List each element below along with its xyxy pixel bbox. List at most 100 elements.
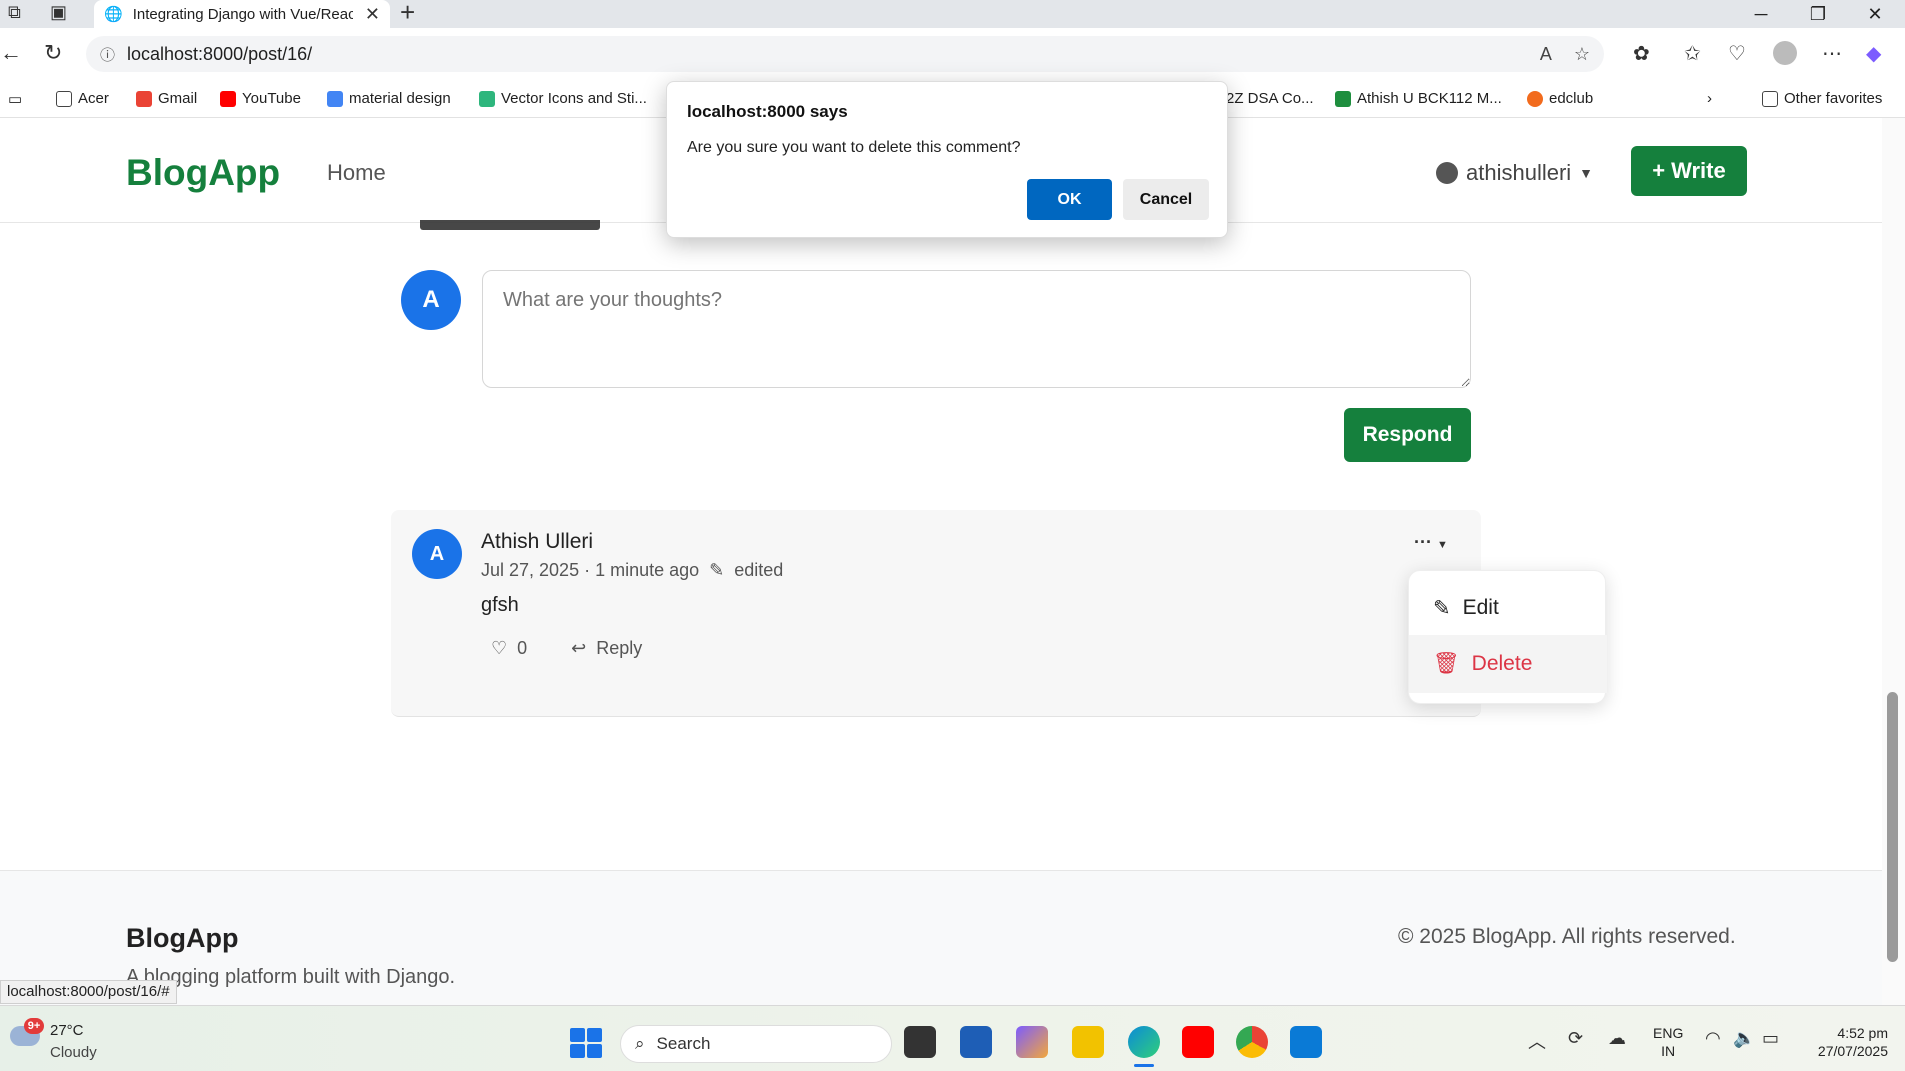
bookmark-acer[interactable]: Acer bbox=[56, 90, 109, 107]
chevron-up-icon[interactable]: ︿ bbox=[1528, 1028, 1546, 1054]
folder-icon bbox=[56, 90, 72, 107]
copilot-icon[interactable]: ◆ bbox=[1866, 41, 1881, 66]
taskbar-search[interactable]: ⌕ Search bbox=[620, 1025, 892, 1063]
system-clock[interactable]: 4:52 pm 27/07/2025 bbox=[1800, 1024, 1888, 1060]
file-explorer-icon[interactable] bbox=[1072, 1026, 1104, 1058]
site-brand[interactable]: BlogApp bbox=[126, 152, 280, 194]
ok-button[interactable]: OK bbox=[1027, 179, 1112, 220]
onedrive-icon[interactable]: ☁ bbox=[1608, 1028, 1626, 1049]
favorite-star-icon[interactable]: ☆ bbox=[1574, 44, 1590, 65]
browser-title-bar: ⧉ ▣ 🌐 Integrating Django with Vue/React … bbox=[0, 0, 1905, 28]
battery-icon[interactable]: ▭ bbox=[1762, 1028, 1779, 1049]
bookmark-vector-icons[interactable]: Vector Icons and Sti... bbox=[479, 90, 647, 107]
comment-body: gfsh bbox=[481, 594, 519, 616]
chevron-right-icon[interactable]: › bbox=[1707, 90, 1712, 107]
edclub-icon bbox=[1527, 90, 1543, 107]
bookmark-material-design[interactable]: material design bbox=[327, 90, 451, 107]
like-button[interactable]: ♡ 0 bbox=[491, 638, 527, 659]
windows-start-icon[interactable] bbox=[570, 1028, 602, 1058]
sync-icon[interactable]: ⟳ bbox=[1568, 1028, 1583, 1049]
close-window-icon[interactable]: ✕ bbox=[1847, 0, 1903, 28]
restore-icon[interactable]: ❐ bbox=[1790, 0, 1846, 28]
bookmark-label: Acer bbox=[78, 90, 109, 107]
responses-heading-partial bbox=[420, 220, 600, 230]
reply-button[interactable]: ↩ Reply bbox=[571, 638, 642, 659]
region-code: IN bbox=[1661, 1043, 1676, 1059]
page-viewport: BlogApp Home athishulleri ▼ + Write A Re… bbox=[0, 118, 1882, 1005]
scrollbar-thumb[interactable] bbox=[1887, 692, 1898, 962]
vscode-icon[interactable] bbox=[1290, 1026, 1322, 1058]
clock-date: 27/07/2025 bbox=[1817, 1043, 1888, 1059]
url-text: localhost:8000/post/16/ bbox=[127, 43, 313, 64]
user-menu[interactable]: athishulleri ▼ bbox=[1436, 160, 1593, 186]
favorites-icon[interactable]: ✩ bbox=[1684, 41, 1701, 66]
volume-icon[interactable]: 🔈 bbox=[1733, 1028, 1755, 1049]
caret-down-icon: ▼ bbox=[1437, 539, 1448, 551]
site-info-icon[interactable]: ⓘ bbox=[100, 44, 115, 65]
comment-more-button[interactable]: ··· ▼ bbox=[1414, 532, 1448, 553]
extensions-icon[interactable]: ✿ bbox=[1633, 41, 1650, 66]
site-footer: BlogApp A blogging platform built with D… bbox=[0, 870, 1882, 1005]
windows-taskbar: 9+ 27°C Cloudy ⌕ Search ︿ ⟳ ☁ ENG IN ◠ 🔈… bbox=[0, 1005, 1905, 1071]
nav-home-link[interactable]: Home bbox=[327, 160, 386, 186]
bookmark-edclub[interactable]: edclub bbox=[1527, 90, 1593, 107]
browser-tab-active[interactable]: 🌐 Integrating Django with Vue/React ✕ bbox=[94, 0, 390, 28]
store-icon[interactable] bbox=[960, 1026, 992, 1058]
refresh-icon[interactable]: ↻ bbox=[44, 40, 62, 66]
input-language[interactable]: ENG IN bbox=[1653, 1024, 1683, 1060]
comment-author[interactable]: Athish Ulleri bbox=[481, 530, 593, 554]
user-circle-icon bbox=[1436, 162, 1458, 184]
workspaces-icon[interactable]: ⧉ bbox=[8, 2, 21, 23]
new-tab-icon[interactable]: + bbox=[400, 0, 415, 25]
back-icon[interactable]: ← bbox=[0, 40, 22, 66]
youtube-icon bbox=[220, 90, 236, 107]
bookmark-label: material design bbox=[349, 90, 451, 107]
menu-item-label: Edit bbox=[1462, 596, 1499, 619]
bookmark-label: YouTube bbox=[242, 90, 301, 107]
heart-icon: ♡ bbox=[491, 638, 508, 658]
folder-icon bbox=[1762, 90, 1778, 107]
close-tab-icon[interactable]: ✕ bbox=[365, 4, 380, 25]
reply-arrow-icon: ↩ bbox=[571, 638, 587, 658]
bookmark-youtube[interactable]: YouTube bbox=[220, 90, 301, 107]
wifi-icon[interactable]: ◠ bbox=[1705, 1028, 1721, 1049]
chrome-icon[interactable] bbox=[1236, 1026, 1268, 1058]
edge-icon[interactable] bbox=[1128, 1026, 1160, 1058]
bookmark-label: edclub bbox=[1549, 90, 1594, 107]
minimize-icon[interactable]: ─ bbox=[1733, 0, 1789, 28]
respond-button[interactable]: Respond bbox=[1344, 408, 1471, 462]
confirm-dialog: localhost:8000 says Are you sure you wan… bbox=[666, 81, 1228, 238]
tab-title: Integrating Django with Vue/React bbox=[132, 5, 353, 23]
weather-condition: Cloudy bbox=[50, 1044, 97, 1061]
bookmark-other-favorites[interactable]: Other favorites bbox=[1762, 90, 1882, 107]
search-label: Search bbox=[656, 1034, 711, 1053]
weather-temperature[interactable]: 27°C bbox=[50, 1022, 84, 1039]
profile-avatar[interactable] bbox=[1773, 41, 1797, 65]
bookmark-label: A2Z DSA Co... bbox=[1216, 90, 1314, 107]
comment-options-menu: ✎ Edit 🗑 Delete bbox=[1408, 570, 1607, 704]
menu-item-delete[interactable]: 🗑 Delete bbox=[1409, 635, 1607, 693]
cancel-button[interactable]: Cancel bbox=[1123, 179, 1209, 220]
copilot-app-icon[interactable] bbox=[1016, 1026, 1048, 1058]
composer-avatar: A bbox=[401, 270, 461, 330]
bookmark-sidebar-icon[interactable]: ▭ bbox=[8, 90, 22, 108]
task-view-icon[interactable] bbox=[904, 1026, 936, 1058]
tab-actions-icon[interactable]: ▣ bbox=[50, 2, 67, 23]
bookmark-a2z-dsa[interactable]: A2Z DSA Co... bbox=[1216, 90, 1314, 107]
url-field[interactable]: ⓘ localhost:8000/post/16/ A ☆ bbox=[86, 36, 1604, 72]
bookmark-label: Vector Icons and Sti... bbox=[501, 90, 647, 107]
bookmark-gmail[interactable]: Gmail bbox=[136, 90, 197, 107]
edit-square-icon: ✎ bbox=[709, 560, 725, 580]
comment-date: Jul 27, 2025 · 1 minute ago bbox=[481, 560, 700, 580]
youtube-app-icon[interactable] bbox=[1182, 1026, 1214, 1058]
footer-copyright: © 2025 BlogApp. All rights reserved. bbox=[1398, 925, 1736, 948]
more-menu-icon[interactable]: ⋯ bbox=[1822, 41, 1842, 66]
trash-icon: 🗑 bbox=[1433, 652, 1460, 675]
bookmark-athish-sheet[interactable]: Athish U BCK112 M... bbox=[1335, 90, 1502, 107]
read-aloud-icon[interactable]: A bbox=[1540, 44, 1552, 65]
browser-essentials-icon[interactable]: ♡ bbox=[1728, 41, 1746, 66]
like-count: 0 bbox=[517, 638, 528, 658]
write-button[interactable]: + Write bbox=[1631, 146, 1747, 196]
comment-textarea[interactable] bbox=[482, 270, 1471, 388]
menu-item-edit[interactable]: ✎ Edit bbox=[1409, 579, 1607, 637]
